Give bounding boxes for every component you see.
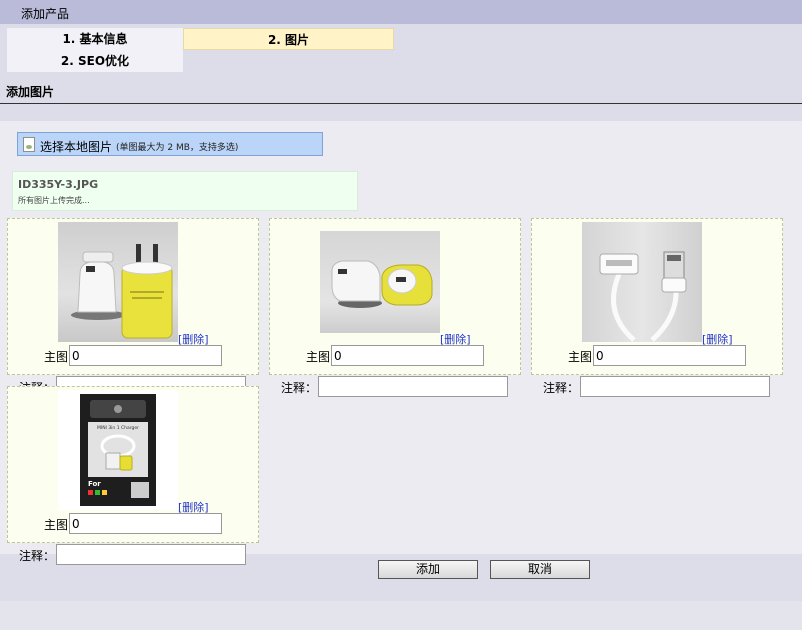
add-button[interactable]: 添加 (378, 560, 478, 579)
annotation-field[interactable] (580, 376, 770, 397)
main-image-label: 主图 (568, 350, 593, 364)
upload-size-note: (单图最大为 2 MB，支持多选) (116, 143, 239, 153)
image-file-icon (23, 137, 35, 152)
annotation-field[interactable] (56, 544, 246, 565)
main-image-field[interactable] (331, 345, 484, 366)
window-title-bar: 添加产品 (0, 0, 802, 24)
product-image-thumbnail: MINI 3in 1 Charger For (58, 390, 178, 510)
package-for-text: For (88, 480, 101, 488)
tab-seo[interactable]: 2. SEO优化 (7, 50, 183, 72)
section-title: 添加图片 (6, 85, 55, 99)
divider (0, 103, 802, 104)
package-title-text: MINI 3in 1 Charger (97, 425, 139, 431)
upload-status-message: 所有图片上传完成... (18, 196, 90, 205)
product-image-thumbnail (320, 231, 440, 333)
main-image-label: 主图 (44, 350, 69, 364)
footer-band (0, 601, 802, 630)
upload-button-label: 选择本地图片 (40, 140, 113, 154)
product-image-thumbnail (582, 222, 702, 342)
upload-status-box: ID335Y-3.JPG 所有图片上传完成... (12, 171, 358, 211)
usb-cable-photo (599, 251, 687, 342)
cancel-button[interactable]: 取消 (490, 560, 590, 579)
main-image-field[interactable] (69, 345, 222, 366)
packaging-box-photo: MINI 3in 1 Charger For (80, 394, 156, 506)
main-image-label: 主图 (44, 518, 69, 532)
annotation-label: 注释： (281, 381, 318, 395)
tab-basic-info[interactable]: 1. 基本信息 (7, 28, 183, 50)
window-title: 添加产品 (21, 7, 70, 21)
charger-set-photo (331, 260, 433, 308)
car-charger-adapter-photo (71, 244, 173, 339)
annotation-field[interactable] (318, 376, 508, 397)
product-image-thumbnail (58, 222, 178, 342)
main-image-field[interactable] (69, 513, 222, 534)
uploaded-filename: ID335Y-3.JPG (18, 178, 99, 191)
tab-images[interactable]: 2. 图片 (183, 28, 394, 50)
annotation-label: 注释： (19, 549, 56, 563)
main-image-field[interactable] (593, 345, 746, 366)
annotation-label: 注释： (543, 381, 580, 395)
select-local-images-button[interactable]: 选择本地图片 (单图最大为 2 MB，支持多选) (17, 132, 323, 156)
main-image-label: 主图 (306, 350, 331, 364)
